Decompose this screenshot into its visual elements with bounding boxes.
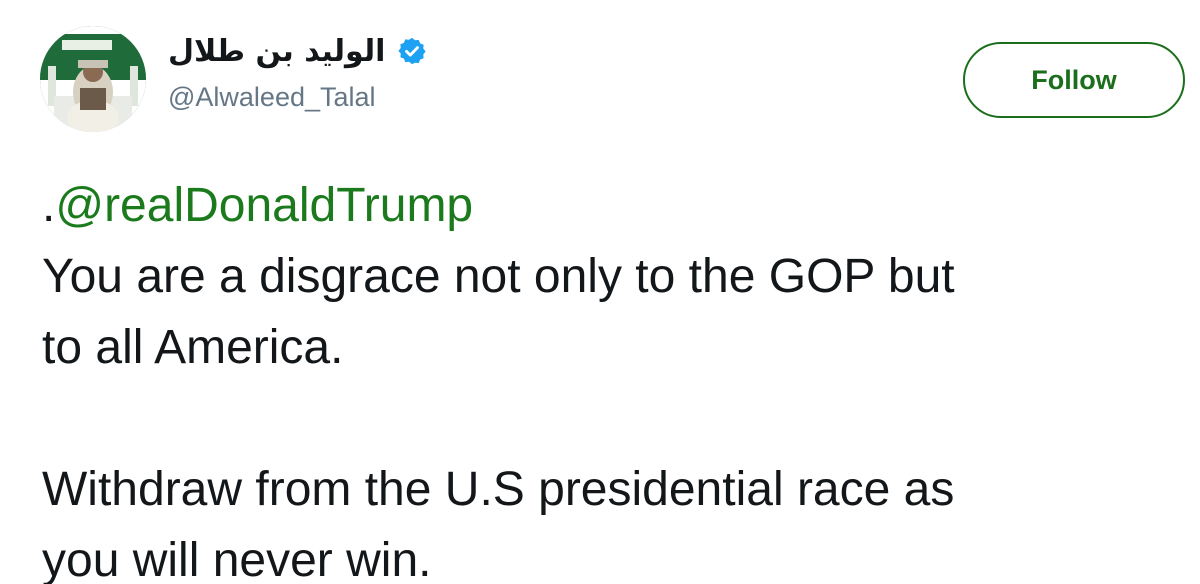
tweet-line: Withdraw from the U.S presidential race … xyxy=(42,463,955,516)
tweet-prefix: . xyxy=(42,179,56,232)
avatar[interactable] xyxy=(40,26,146,132)
user-handle[interactable]: @Alwaleed_Talal xyxy=(168,82,376,113)
tweet-text: .@realDonaldTrump You are a disgrace not… xyxy=(42,170,1200,584)
tweet-card: الوليد بن طلال @Alwaleed_Talal Follow .@… xyxy=(0,0,1200,584)
follow-button[interactable]: Follow xyxy=(963,42,1185,118)
tweet-line: You are a disgrace not only to the GOP b… xyxy=(42,250,955,303)
tweet-line: you will never win. xyxy=(42,534,432,584)
user-name-row: الوليد بن طلال xyxy=(168,28,427,74)
display-name[interactable]: الوليد بن طلال xyxy=(168,34,385,69)
tweet-first-line: .@realDonaldTrump xyxy=(42,170,1200,241)
tweet-line: to all America. xyxy=(42,321,344,374)
mention-link[interactable]: @realDonaldTrump xyxy=(55,179,473,232)
verified-badge-icon xyxy=(397,36,427,66)
